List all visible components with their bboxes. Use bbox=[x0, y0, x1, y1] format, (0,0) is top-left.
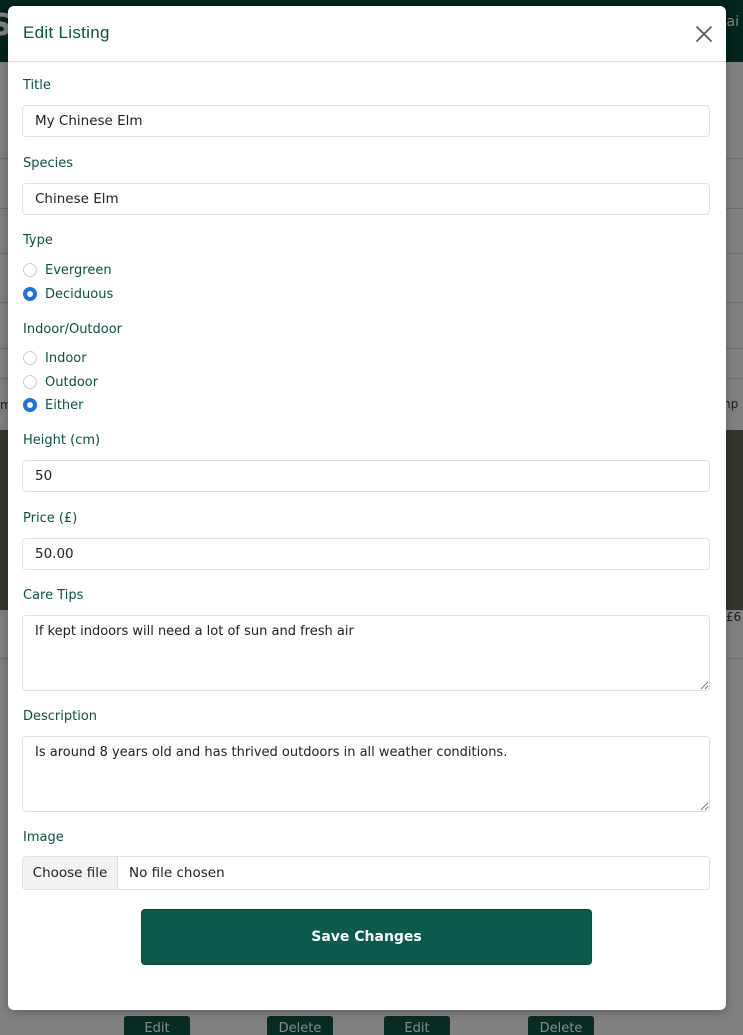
close-icon bbox=[696, 26, 712, 42]
description-label: Description bbox=[23, 709, 98, 724]
care-tips-label: Care Tips bbox=[23, 588, 84, 603]
radio-deciduous[interactable] bbox=[23, 287, 37, 301]
indoor-outdoor-label: Indoor/Outdoor bbox=[23, 322, 123, 337]
location-radio-indoor[interactable]: Indoor bbox=[23, 349, 87, 367]
type-label: Type bbox=[23, 233, 53, 248]
price-label: Price (£) bbox=[23, 511, 78, 526]
radio-label: Indoor bbox=[45, 350, 87, 366]
modal-header: Edit Listing bbox=[8, 6, 726, 62]
radio-evergreen[interactable] bbox=[23, 263, 37, 277]
edit-listing-modal: Edit Listing Title Species Type Evergree… bbox=[8, 6, 726, 1010]
close-button[interactable] bbox=[692, 22, 716, 46]
species-label: Species bbox=[23, 156, 74, 171]
save-changes-button[interactable]: Save Changes bbox=[141, 909, 592, 965]
height-input[interactable] bbox=[22, 460, 710, 492]
price-input[interactable] bbox=[22, 538, 710, 570]
radio-label: Deciduous bbox=[45, 286, 114, 302]
care-tips-textarea[interactable]: If kept indoors will need a lot of sun a… bbox=[22, 615, 710, 691]
file-status: No file chosen bbox=[129, 865, 225, 881]
type-radio-evergreen[interactable]: Evergreen bbox=[23, 261, 112, 279]
description-textarea[interactable]: Is around 8 years old and has thrived ou… bbox=[22, 736, 710, 812]
title-label: Title bbox=[23, 78, 51, 93]
image-label: Image bbox=[23, 830, 64, 845]
location-radio-outdoor[interactable]: Outdoor bbox=[23, 373, 98, 391]
type-radio-deciduous[interactable]: Deciduous bbox=[23, 285, 113, 303]
radio-label: Outdoor bbox=[45, 374, 99, 390]
species-input[interactable] bbox=[22, 183, 710, 215]
radio-label: Evergreen bbox=[45, 262, 112, 278]
modal-title: Edit Listing bbox=[23, 23, 110, 42]
radio-indoor[interactable] bbox=[23, 351, 37, 365]
image-file-input[interactable]: Choose file No file chosen bbox=[22, 856, 710, 890]
title-input[interactable] bbox=[22, 105, 710, 137]
radio-label: Either bbox=[45, 397, 84, 413]
height-label: Height (cm) bbox=[23, 433, 101, 448]
radio-either[interactable] bbox=[23, 398, 37, 412]
location-radio-either[interactable]: Either bbox=[23, 396, 84, 414]
radio-outdoor[interactable] bbox=[23, 375, 37, 389]
choose-file-button[interactable]: Choose file bbox=[23, 857, 118, 889]
